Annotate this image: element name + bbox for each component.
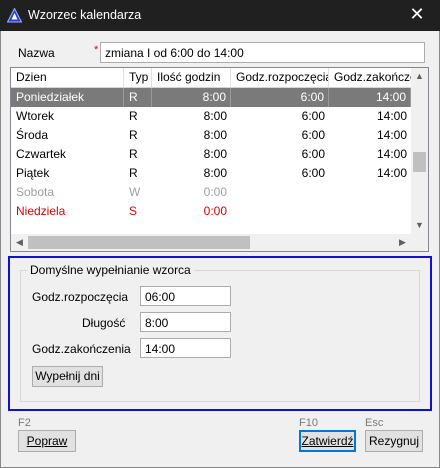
vertical-scroll-thumb[interactable]	[413, 152, 426, 172]
cell-hours: 0:00	[203, 185, 227, 199]
cell-type: R	[129, 147, 138, 161]
cell-hours: 8:00	[152, 88, 231, 107]
cell-end	[329, 202, 411, 221]
cell-day: Sobota	[16, 185, 55, 199]
table-row[interactable]: Wtorek R 8:00 6:00 14:00	[11, 107, 411, 126]
table-row[interactable]: Środa R 8:00 6:00 14:00	[11, 126, 411, 145]
scroll-up-icon[interactable]: ▲	[411, 68, 428, 85]
dialog-body: Nazwa * zmiana I od 6:00 do 14:00 Dzien …	[0, 31, 440, 468]
end-time-label: Godz.zakończenia	[32, 342, 131, 356]
cell-type: R	[129, 109, 138, 123]
cell-end: 14:00	[329, 88, 411, 107]
start-time-field[interactable]: 06:00	[140, 286, 231, 306]
cell-type: S	[129, 204, 138, 218]
name-label: Nazwa	[18, 46, 55, 60]
cell-end: 14:00	[376, 166, 407, 180]
cell-end: 14:00	[376, 128, 407, 142]
cell-day: Czwartek	[16, 147, 67, 161]
defaults-group: Domyślne wypełnianie wzorca Godz.rozpocz…	[20, 263, 420, 402]
cell-day: Poniedziałek	[11, 88, 124, 107]
scroll-corner	[411, 234, 428, 251]
table-row[interactable]: Poniedziałek R 8:00 6:00 14:00	[11, 88, 411, 107]
fill-days-button[interactable]: Wypełnij dni	[32, 366, 103, 387]
cell-end	[329, 183, 411, 202]
close-icon[interactable]: ✕	[394, 0, 440, 31]
cell-start: 6:00	[231, 88, 329, 107]
confirm-button[interactable]: Zatwierdź	[299, 430, 356, 452]
window-title: Wzorzec kalendarza	[28, 8, 142, 22]
cell-hours: 8:00	[203, 147, 227, 161]
table-row[interactable]: Sobota W 0:00	[11, 183, 411, 202]
group-title: Domyślne wypełnianie wzorca	[27, 263, 194, 277]
cell-start: 6:00	[301, 128, 325, 142]
f2-hint: F2	[18, 417, 31, 429]
cell-day: Piątek	[16, 166, 50, 180]
length-label: Długość	[82, 316, 126, 330]
cell-hours: 8:00	[203, 166, 227, 180]
horizontal-scrollbar[interactable]: ◀ ▶	[11, 234, 411, 251]
vertical-scrollbar[interactable]: ▲ ▼	[411, 68, 428, 234]
cell-type: R	[129, 166, 138, 180]
cell-day: Środa	[16, 128, 49, 142]
cell-day: Niedziela	[16, 204, 66, 218]
cell-type: W	[129, 185, 141, 199]
name-field[interactable]: zmiana I od 6:00 do 14:00	[100, 42, 425, 63]
esc-hint: Esc	[365, 417, 384, 429]
defaults-focus-frame: Domyślne wypełnianie wzorca Godz.rozpocz…	[8, 256, 432, 411]
app-logo-icon	[7, 8, 22, 23]
cell-end: 14:00	[376, 109, 407, 123]
length-field[interactable]: 8:00	[140, 312, 231, 332]
cell-hours: 8:00	[203, 109, 227, 123]
horizontal-scroll-thumb[interactable]	[28, 236, 250, 249]
start-time-label: Godz.rozpoczęcia	[32, 290, 129, 304]
cell-hours: 0:00	[203, 204, 227, 218]
end-time-field[interactable]: 14:00	[140, 338, 231, 358]
table-row[interactable]: Niedziela S 0:00	[11, 202, 411, 221]
scroll-left-icon[interactable]: ◀	[11, 234, 28, 251]
cell-start	[231, 202, 329, 221]
f10-hint: F10	[299, 417, 318, 429]
cell-start: 6:00	[301, 109, 325, 123]
days-grid[interactable]: Dzien Typ Ilość godzin Godz.rozpoczęcia …	[10, 67, 429, 252]
col-header-hours[interactable]: Ilość godzin	[152, 68, 231, 87]
required-marker: *	[94, 44, 99, 56]
col-header-type[interactable]: Typ	[124, 68, 152, 87]
col-header-start[interactable]: Godz.rozpoczęcia	[231, 68, 329, 87]
cell-start	[231, 183, 329, 202]
scroll-down-icon[interactable]: ▼	[411, 217, 428, 234]
cancel-button[interactable]: Rezygnuj	[365, 430, 423, 452]
col-header-end[interactable]: Godz.zakończeni	[329, 68, 411, 87]
cell-day: Wtorek	[16, 109, 55, 123]
table-row[interactable]: Piątek R 8:00 6:00 14:00	[11, 164, 411, 183]
cell-start: 6:00	[301, 147, 325, 161]
correct-button[interactable]: Popraw	[18, 430, 76, 452]
grid-header: Dzien Typ Ilość godzin Godz.rozpoczęcia …	[11, 68, 411, 88]
cell-start: 6:00	[301, 166, 325, 180]
scroll-right-icon[interactable]: ▶	[394, 234, 411, 251]
cell-hours: 8:00	[203, 128, 227, 142]
cell-type: R	[124, 88, 152, 107]
cell-type: R	[129, 128, 138, 142]
cell-end: 14:00	[376, 147, 407, 161]
col-header-day[interactable]: Dzien	[11, 68, 124, 87]
title-bar: Wzorzec kalendarza ✕	[0, 0, 440, 31]
table-row[interactable]: Czwartek R 8:00 6:00 14:00	[11, 145, 411, 164]
